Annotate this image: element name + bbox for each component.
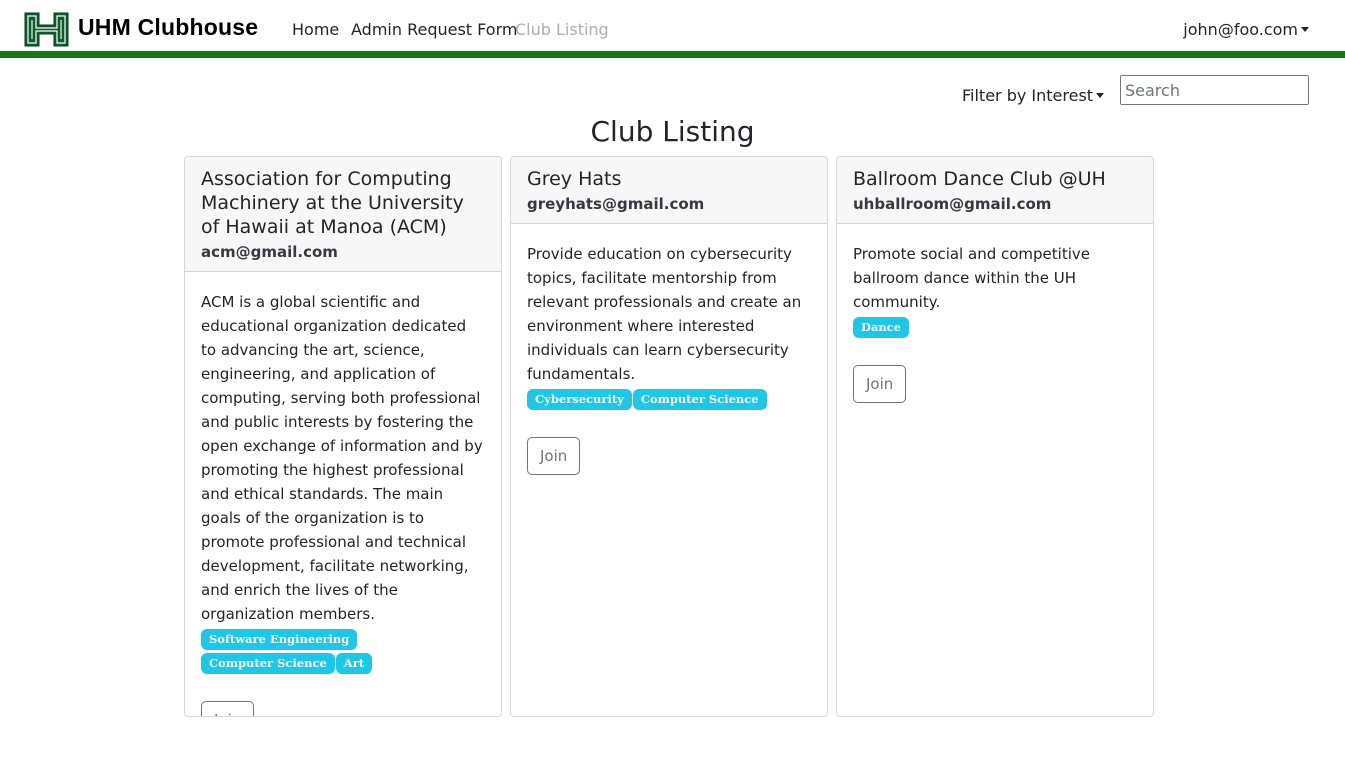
card-body: ACM is a global scientific and education… [185,272,501,716]
join-button[interactable]: Join [853,365,907,403]
card-body: Promote social and competitive ballroom … [837,224,1153,419]
club-description: ACM is a global scientific and education… [201,293,483,623]
chevron-down-icon [1301,27,1309,32]
nav-home[interactable]: Home [292,20,339,39]
nav-club-listing[interactable]: Club Listing [515,20,609,39]
card-header: Association for Computing Machinery at t… [185,157,501,272]
interest-badge: Art [335,653,373,674]
search-input[interactable] [1120,75,1309,105]
club-email: uhballroom@gmail.com [853,195,1052,213]
club-email: acm@gmail.com [201,243,338,261]
navbar: UHM Clubhouse Home Admin Request Form Cl… [0,0,1345,58]
card-header: Grey Hats greyhats@gmail.com [511,157,827,224]
interest-badges: Software Engineering Computer Science Ar… [201,628,485,676]
club-card: Ballroom Dance Club @UH uhballroom@gmail… [836,156,1154,717]
club-description: Provide education on cybersecurity topic… [527,245,802,383]
club-name: Association for Computing Machinery at t… [201,168,464,238]
page-title: Club Listing [590,115,755,148]
interest-badge: Computer Science [201,653,335,674]
club-card: Association for Computing Machinery at t… [184,156,502,717]
join-button[interactable]: Join [201,701,255,716]
join-button[interactable]: Join [527,437,581,475]
user-menu[interactable]: john@foo.com [1183,20,1309,39]
club-card: Grey Hats greyhats@gmail.com Provide edu… [510,156,828,717]
interest-badge: Computer Science [632,389,767,410]
club-email: greyhats@gmail.com [527,195,705,213]
interest-badges: Cybersecurity Computer Science [527,388,811,412]
chevron-down-icon [1096,93,1105,98]
interest-badge: Dance [853,317,910,338]
filter-label: Filter by Interest [962,86,1094,105]
club-name: Ballroom Dance Club @UH [853,168,1106,190]
interest-badge: Cybersecurity [527,389,632,410]
nav-admin-request-form[interactable]: Admin Request Form [351,20,517,39]
interest-badge: Software Engineering [201,629,358,650]
uh-h-logo-icon[interactable] [24,11,69,48]
interest-badges: Dance [853,316,1137,340]
club-description: Promote social and competitive ballroom … [853,245,1090,311]
card-body: Provide education on cybersecurity topic… [511,224,827,491]
filter-by-interest-dropdown[interactable]: Filter by Interest [962,86,1105,105]
brand-title[interactable]: UHM Clubhouse [78,14,258,41]
club-name: Grey Hats [527,168,622,190]
user-email: john@foo.com [1183,20,1298,39]
card-header: Ballroom Dance Club @UH uhballroom@gmail… [837,157,1153,224]
